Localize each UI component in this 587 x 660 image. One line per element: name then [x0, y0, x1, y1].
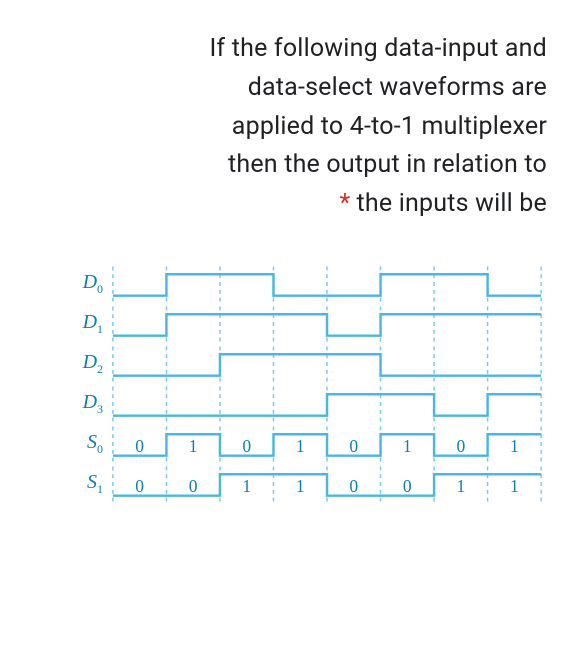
svg-text:1: 1 [510, 476, 519, 496]
signal-row-D0: D0 [68, 264, 547, 304]
svg-text:1: 1 [403, 436, 412, 456]
signal-wave-D3 [109, 384, 547, 424]
svg-text:0: 0 [349, 476, 358, 496]
svg-text:0: 0 [189, 476, 198, 496]
svg-text:0: 0 [456, 436, 465, 456]
svg-text:0: 0 [403, 476, 412, 496]
signal-label-D0: D0 [68, 272, 109, 295]
svg-text:0: 0 [242, 436, 251, 456]
signal-label-D1: D1 [68, 312, 109, 335]
svg-text:0: 0 [135, 476, 144, 496]
svg-text:1: 1 [510, 436, 519, 456]
signal-wave-S1: 0 0 1 1 0 0 1 1 [109, 464, 547, 504]
svg-text:1: 1 [296, 436, 305, 456]
svg-text:1: 1 [242, 476, 251, 496]
page-container: If the following data-input and data-sel… [0, 0, 587, 660]
signal-label-S1: S1 [68, 472, 109, 495]
question-text: If the following data-input and data-sel… [40, 30, 547, 224]
svg-text:0: 0 [135, 436, 144, 456]
signal-label-D2: D2 [68, 352, 109, 375]
svg-text:0: 0 [349, 436, 358, 456]
question-line: data-select waveforms are [248, 73, 547, 102]
question-line: If the following data-input and [209, 34, 547, 63]
question-line: then the output in relation to [228, 150, 547, 179]
svg-text:1: 1 [296, 476, 305, 496]
signal-row-D3: D3 [68, 384, 547, 424]
signal-wave-D0 [109, 264, 547, 304]
signal-label-D3: D3 [68, 392, 109, 415]
signal-row-S0: S0 0 1 0 1 0 1 0 1 [68, 424, 547, 464]
signal-wave-S0: 0 1 0 1 0 1 0 1 [109, 424, 547, 464]
signal-row-D2: D2 [68, 344, 547, 384]
signal-row-S1: S1 0 0 1 1 0 0 1 1 [68, 464, 547, 504]
signal-row-D1: D1 [68, 304, 547, 344]
svg-text:1: 1 [456, 476, 465, 496]
required-asterisk: * [340, 189, 351, 218]
timing-diagram: D0 D1 D2 D3 S0 0 1 0 1 0 1 0 1 S1 0 0 1 1 0 0 1 1 [68, 264, 547, 504]
question-line: the inputs will be [356, 189, 547, 218]
signal-label-S0: S0 [68, 432, 109, 455]
signal-wave-D1 [109, 304, 547, 344]
signal-wave-D2 [109, 344, 547, 384]
svg-text:1: 1 [189, 436, 198, 456]
question-line: applied to 4-to-1 multiplexer [232, 112, 547, 141]
